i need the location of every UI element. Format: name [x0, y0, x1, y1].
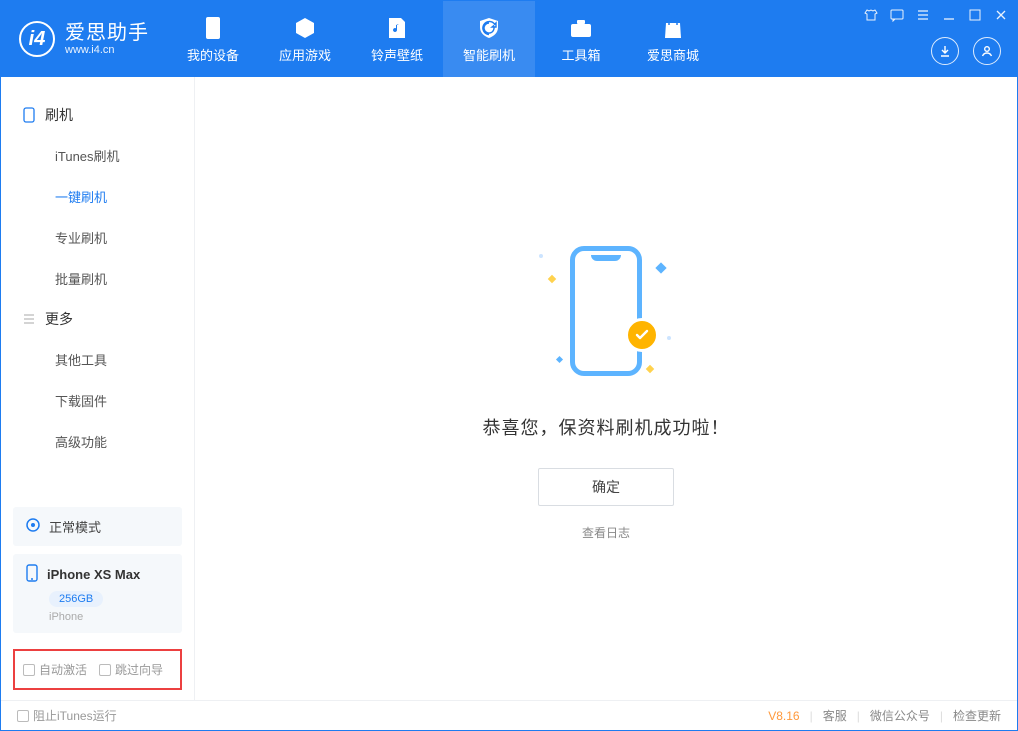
version-label: V8.16: [768, 709, 799, 723]
tab-ring-wallpaper[interactable]: 铃声壁纸: [351, 1, 443, 77]
checkbox-icon: [23, 664, 35, 676]
device-type: iPhone: [49, 611, 170, 623]
user-button[interactable]: [973, 37, 1001, 65]
footer-link-service[interactable]: 客服: [823, 707, 847, 724]
maximize-button[interactable]: [967, 7, 983, 23]
nav-tabs: 我的设备 应用游戏 铃声壁纸 智能刷机 工具箱 爱思商城: [167, 1, 719, 77]
device-card[interactable]: iPhone XS Max 256GB iPhone: [13, 554, 182, 633]
cube-icon: [292, 15, 318, 41]
feedback-icon[interactable]: [889, 7, 905, 23]
titlebar-controls: [863, 7, 1009, 23]
flash-options-highlighted: 自动激活 跳过向导: [13, 649, 182, 690]
device-capacity-badge: 256GB: [49, 591, 103, 607]
tab-label: 爱思商城: [647, 45, 699, 64]
app-header: i4 爱思助手 www.i4.cn 我的设备 应用游戏 铃声壁纸 智能刷机 工具…: [1, 1, 1017, 77]
footer-link-wechat[interactable]: 微信公众号: [870, 707, 930, 724]
check-badge-icon: [625, 318, 659, 352]
sidebar-item-onekey[interactable]: 一键刷机: [1, 176, 194, 217]
main-content: 恭喜您，保资料刷机成功啦！ 确定 查看日志: [195, 77, 1017, 700]
success-illustration: [531, 236, 681, 386]
list-icon: [21, 311, 37, 327]
device-name-row: iPhone XS Max: [25, 564, 170, 585]
header-right-icons: [931, 37, 1001, 65]
checkbox-label: 阻止iTunes运行: [33, 707, 117, 724]
sidebar-item-download-fw[interactable]: 下载固件: [1, 380, 194, 421]
sidebar-item-itunes[interactable]: iTunes刷机: [1, 135, 194, 176]
checkbox-label: 跳过向导: [115, 661, 163, 678]
checkbox-auto-activate[interactable]: 自动激活: [23, 661, 87, 678]
sidebar: 刷机 iTunes刷机 一键刷机 专业刷机 批量刷机 更多 其他工具 下载固件 …: [1, 77, 195, 700]
shield-refresh-icon: [476, 15, 502, 41]
music-file-icon: [384, 15, 410, 41]
tab-my-device[interactable]: 我的设备: [167, 1, 259, 77]
logo-area: i4 爱思助手 www.i4.cn: [1, 1, 167, 77]
tab-label: 铃声壁纸: [371, 45, 423, 64]
checkbox-stop-itunes[interactable]: 阻止iTunes运行: [17, 707, 117, 724]
toolbox-icon: [568, 15, 594, 41]
sidebar-group-more: 更多: [1, 299, 194, 339]
footer-right: V8.16 | 客服 | 微信公众号 | 检查更新: [768, 707, 1001, 724]
device-status-card[interactable]: 正常模式: [13, 507, 182, 546]
footer-bar: 阻止iTunes运行 V8.16 | 客服 | 微信公众号 | 检查更新: [1, 700, 1017, 730]
close-button[interactable]: [993, 7, 1009, 23]
view-log-link[interactable]: 查看日志: [582, 524, 630, 541]
group-label: 更多: [45, 309, 73, 329]
status-label: 正常模式: [49, 517, 101, 536]
tab-label: 应用游戏: [279, 45, 331, 64]
phone-outline-icon: [21, 107, 37, 123]
device-phone-icon: [25, 564, 39, 585]
app-body: 刷机 iTunes刷机 一键刷机 专业刷机 批量刷机 更多 其他工具 下载固件 …: [1, 77, 1017, 700]
sidebar-top: 刷机 iTunes刷机 一键刷机 专业刷机 批量刷机 更多 其他工具 下载固件 …: [1, 77, 194, 499]
menu-icon[interactable]: [915, 7, 931, 23]
phone-icon: [200, 15, 226, 41]
tab-toolbox[interactable]: 工具箱: [535, 1, 627, 77]
app-title: 爱思助手: [65, 22, 149, 44]
tab-apps-games[interactable]: 应用游戏: [259, 1, 351, 77]
ok-button[interactable]: 确定: [538, 468, 674, 506]
tab-label: 工具箱: [561, 45, 600, 64]
tab-label: 智能刷机: [463, 45, 515, 64]
group-label: 刷机: [45, 105, 73, 125]
logo-icon: i4: [19, 21, 55, 57]
app-subtitle: www.i4.cn: [65, 44, 149, 56]
success-message: 恭喜您，保资料刷机成功啦！: [483, 414, 730, 440]
phone-illustration-icon: [570, 246, 642, 376]
bag-icon: [660, 15, 686, 41]
sidebar-item-advanced[interactable]: 高级功能: [1, 421, 194, 462]
checkbox-icon: [17, 710, 29, 722]
tab-store[interactable]: 爱思商城: [627, 1, 719, 77]
footer-link-update[interactable]: 检查更新: [953, 707, 1001, 724]
checkbox-icon: [99, 664, 111, 676]
tshirt-icon[interactable]: [863, 7, 879, 23]
download-button[interactable]: [931, 37, 959, 65]
sidebar-item-batch[interactable]: 批量刷机: [1, 258, 194, 299]
minimize-button[interactable]: [941, 7, 957, 23]
sidebar-item-pro[interactable]: 专业刷机: [1, 217, 194, 258]
checkbox-label: 自动激活: [39, 661, 87, 678]
sidebar-group-flash: 刷机: [1, 95, 194, 135]
sidebar-item-other-tools[interactable]: 其他工具: [1, 339, 194, 380]
device-name: iPhone XS Max: [47, 567, 140, 582]
logo-text: 爱思助手 www.i4.cn: [65, 22, 149, 56]
tab-label: 我的设备: [187, 45, 239, 64]
status-dot-icon: [25, 517, 41, 536]
tab-smart-flash[interactable]: 智能刷机: [443, 1, 535, 77]
footer-left: 阻止iTunes运行: [17, 707, 117, 724]
checkbox-skip-guide[interactable]: 跳过向导: [99, 661, 163, 678]
